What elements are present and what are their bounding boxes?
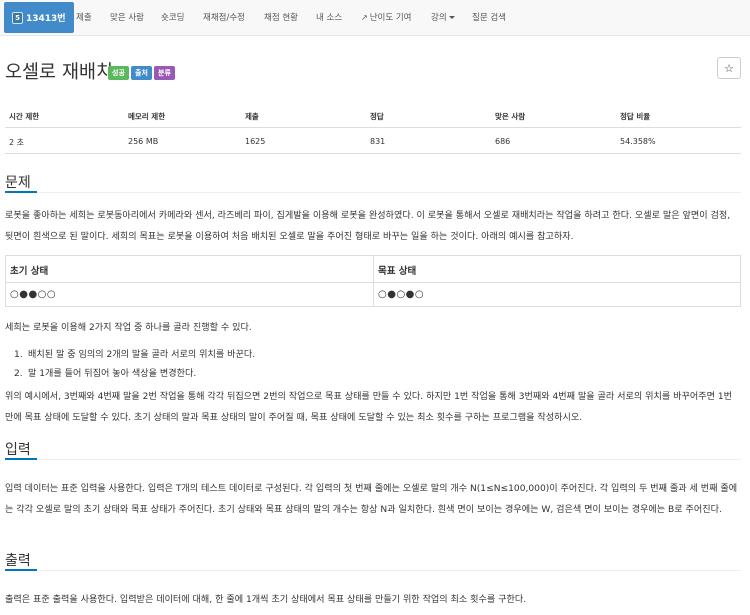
info-table-header: 시간 제한 메모리 제한 제출 정답 맞은 사람 정답 비율: [5, 104, 741, 128]
problem-info-table: 시간 제한 메모리 제한 제출 정답 맞은 사람 정답 비율 2 초 256 M…: [5, 104, 741, 154]
header-accepted: 정답: [370, 112, 384, 121]
tab-my-source[interactable]: 내 소스: [316, 0, 342, 36]
section-output-underline: [5, 569, 37, 571]
tab-question-search[interactable]: 질문 검색: [472, 0, 506, 36]
table-divider: [373, 256, 374, 306]
problem-description: 로봇을 좋아하는 세희는 로봇동아리에서 카메라와 센서, 라즈베리 파이, 집…: [5, 211, 731, 242]
operations-list: 1. 배치된 말 중 임의의 2개의 말을 골라 서로의 위치를 바꾼다. 2. 말…: [14, 346, 255, 384]
problem-operations-intro: 세희는 로봇을 이용해 2가지 작업 중 하나를 골라 진행할 수 있다.: [5, 323, 252, 333]
value-memory-limit: 256 MB: [128, 137, 159, 146]
problem-navbar: 5 13413번 제출 맞은 사람 숏코딩 재채점/수정 채점 현황 내 소스 …: [0, 0, 750, 36]
section-divider: [37, 570, 741, 571]
header-solved-users: 맞은 사람: [495, 112, 526, 121]
operation-1-text: 배치된 말 중 임의의 2개의 말을 골라 서로의 위치를 바꾼다.: [28, 350, 256, 360]
output-description: 출력은 표준 출력을 사용한다. 입력받은 데이터에 대해, 한 줄에 1개씩 …: [5, 595, 527, 605]
value-ratio: 54.358%: [620, 137, 656, 146]
target-state-value: ○●○●○: [378, 289, 425, 300]
header-memory-limit: 메모리 제한: [128, 112, 166, 121]
tab-problem[interactable]: 5 13413번: [4, 2, 74, 33]
section-input-heading: 입력: [5, 442, 31, 458]
problem-example-explanation: 위의 예시에서, 3번째와 4번째 말을 2번 작업을 통해 각각 뒤집으면 2…: [5, 392, 733, 423]
tab-difficulty-contribution[interactable]: ↗ 난이도 기여: [361, 0, 412, 36]
section-problem-heading: 문제: [5, 175, 31, 191]
header-submissions: 제출: [245, 112, 259, 121]
favorite-star-button[interactable]: ☆: [717, 57, 741, 79]
tab-status[interactable]: 채점 현황: [264, 0, 298, 36]
tab-lectures-label: 강의: [431, 13, 447, 23]
section-divider: [37, 192, 741, 193]
tier-badge-icon: 5: [12, 11, 23, 24]
tab-problem-label: 13413번: [26, 14, 66, 24]
section-output-heading: 출력: [5, 553, 31, 569]
tab-difficulty-label: 난이도 기여: [369, 13, 412, 23]
tab-lectures[interactable]: 강의: [431, 0, 455, 36]
value-accepted: 831: [370, 137, 386, 146]
star-icon: ☆: [724, 61, 734, 75]
label-success[interactable]: 성공: [108, 66, 129, 80]
tab-submit[interactable]: 제출: [76, 0, 92, 36]
table-divider: [6, 282, 740, 283]
value-solved-users: 686: [495, 137, 511, 146]
header-ratio: 정답 비율: [620, 112, 651, 121]
value-submissions: 1625: [245, 137, 266, 146]
operation-2-text: 말 1개를 들어 뒤집어 놓아 색상을 변경한다.: [28, 369, 197, 379]
state-example-table: 초기 상태 목표 상태 ○●●○○ ○●○●○: [5, 255, 741, 307]
section-problem-underline: [5, 191, 37, 193]
value-time-limit: 2 초: [9, 138, 24, 147]
input-description: 입력 데이터는 표준 입력을 사용한다. 입력은 T개의 테스트 데이터로 구성…: [5, 484, 738, 515]
section-divider: [37, 459, 741, 460]
section-input-underline: [5, 458, 37, 460]
problem-title: 오셀로 재배치: [5, 62, 114, 83]
header-time-limit: 시간 제한: [9, 112, 40, 121]
initial-state-header: 초기 상태: [10, 266, 49, 277]
label-category[interactable]: 분류: [154, 66, 175, 80]
caret-down-icon: [448, 16, 455, 19]
tab-short-coding[interactable]: 숏코딩: [161, 0, 184, 36]
info-table-row: 2 초 256 MB 1625 831 686 54.358%: [5, 128, 741, 154]
target-state-header: 목표 상태: [378, 266, 417, 277]
initial-state-value: ○●●○○: [10, 289, 57, 300]
list-item: 1. 배치된 말 중 임의의 2개의 말을 골라 서로의 위치를 바꾼다.: [14, 350, 256, 360]
tab-correct-users[interactable]: 맞은 사람: [110, 0, 144, 36]
list-item: 2. 말 1개를 들어 뒤집어 놓아 색상을 변경한다.: [14, 369, 197, 379]
tab-rejudge[interactable]: 재채점/수정: [203, 0, 245, 36]
external-link-icon: ↗: [361, 13, 368, 22]
label-source[interactable]: 출처: [131, 66, 152, 80]
